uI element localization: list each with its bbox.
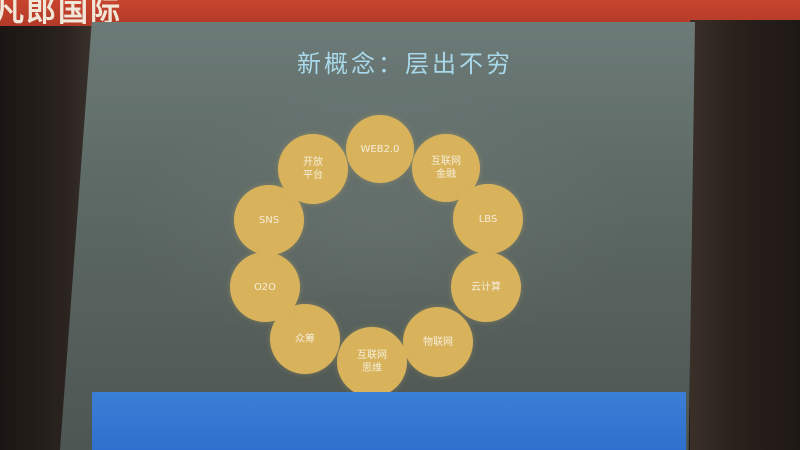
concept-label: SNS	[258, 214, 280, 226]
concept-circle: 云计算	[451, 252, 521, 322]
concept-label: 众筹	[295, 333, 315, 345]
concept-label: O2O	[253, 281, 277, 293]
concept-label: 物联网	[423, 336, 453, 348]
concept-label: WEB2.0	[360, 143, 400, 155]
concept-label: 开放 平台	[303, 157, 323, 181]
concept-circle: LBS	[453, 184, 523, 254]
concept-circle: 开放 平台	[278, 134, 348, 204]
concept-circle: 互联网 思维	[337, 327, 407, 397]
concept-label: 云计算	[471, 281, 501, 293]
concept-circle: 物联网	[403, 307, 473, 377]
concept-label: 互联网 思维	[357, 350, 387, 374]
concept-circle: WEB2.0	[346, 115, 414, 183]
concept-ring: WEB2.0 互联网 金融 LBS 云计算 物联网 互联网 思维 众筹 O2O …	[0, 0, 800, 450]
concept-label: 互联网 金融	[431, 156, 461, 180]
slide-footer-bar	[92, 392, 686, 450]
concept-label: LBS	[478, 213, 498, 225]
concept-circle: O2O	[230, 252, 300, 322]
